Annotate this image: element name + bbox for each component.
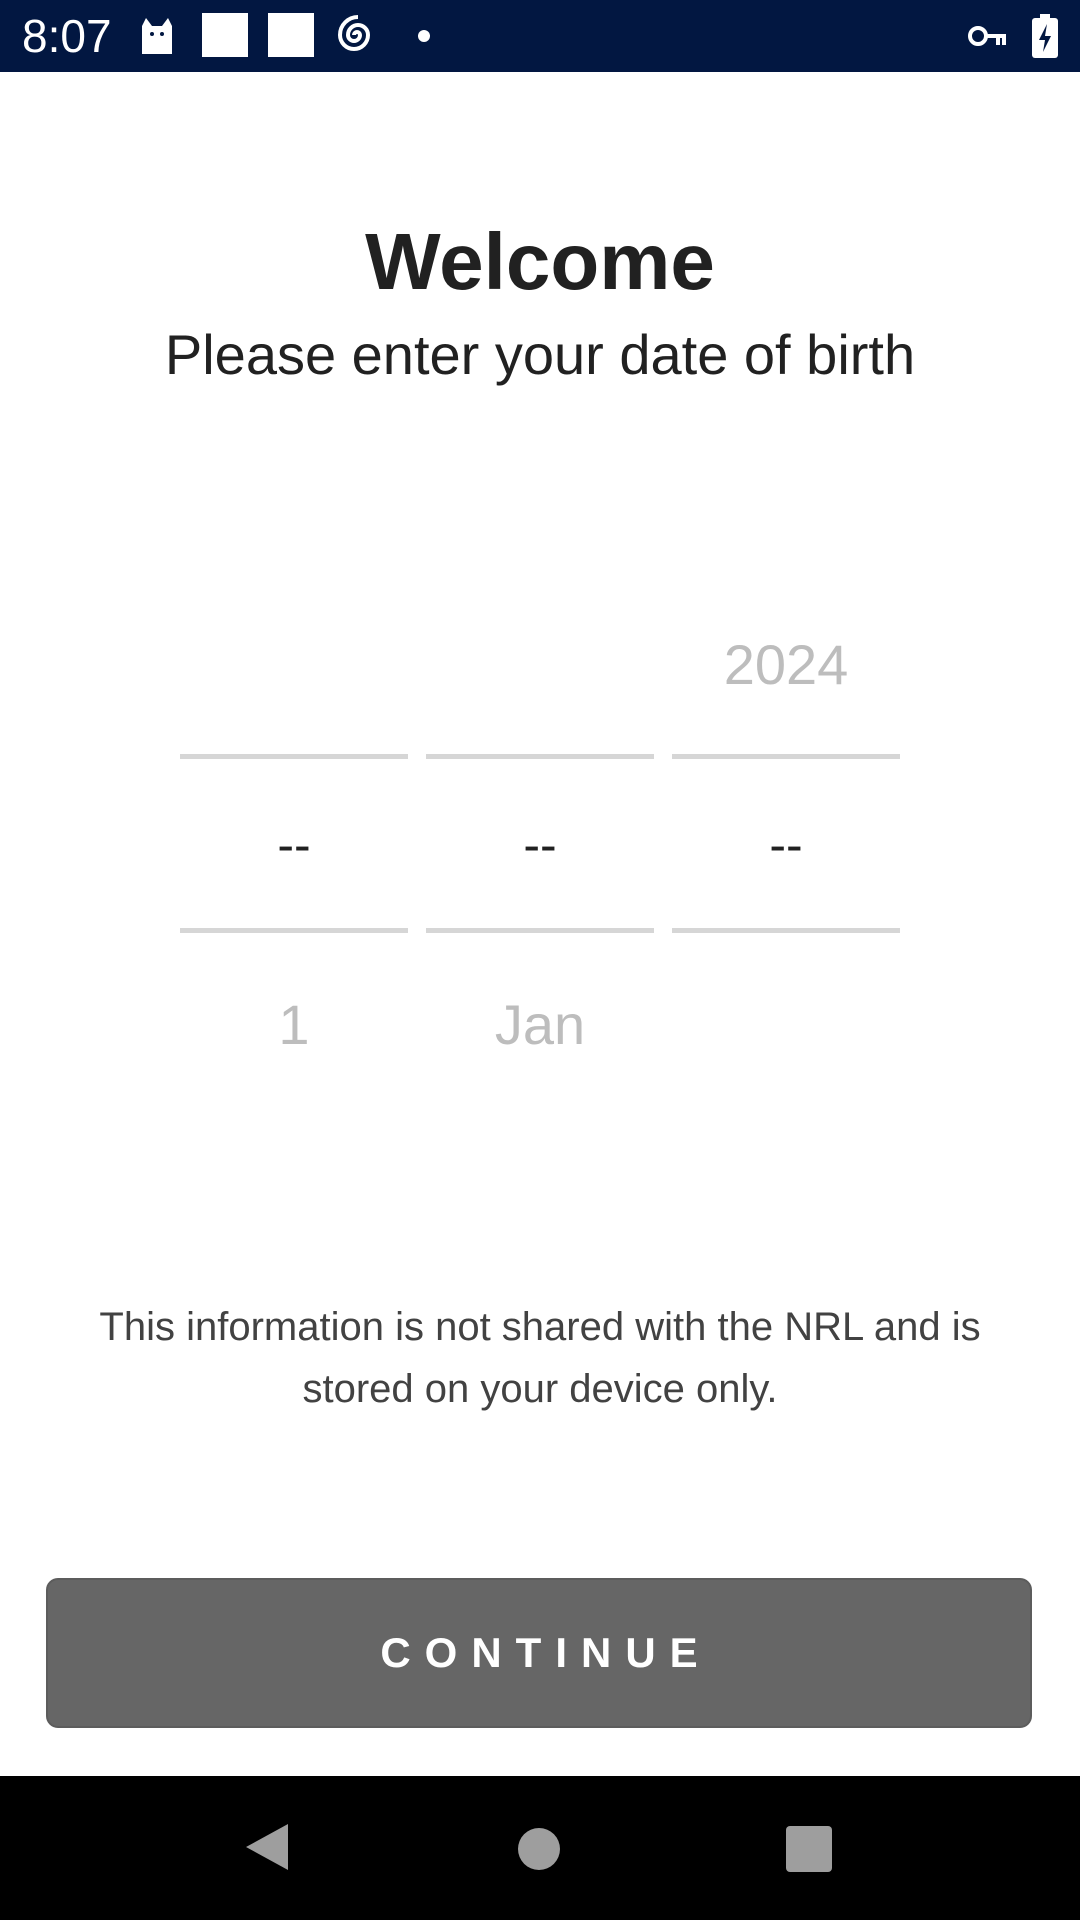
month-divider-bottom [426, 928, 654, 933]
status-bar: 8:07 [0, 0, 1080, 72]
vpn-key-icon [968, 26, 1006, 46]
year-divider-top [672, 754, 900, 759]
battery-charging-icon [1032, 14, 1058, 58]
page-title: Welcome [365, 217, 715, 306]
square-icon [202, 13, 248, 57]
square-icon [268, 13, 314, 57]
day-divider-top [180, 754, 408, 759]
recents-icon[interactable] [786, 1826, 832, 1872]
month-option-below[interactable]: Jan [426, 990, 654, 1060]
year-selected[interactable]: -- [672, 810, 900, 880]
year-option-above[interactable]: 2024 [672, 630, 900, 700]
month-selected[interactable]: -- [426, 810, 654, 880]
home-icon[interactable] [518, 1828, 560, 1870]
privacy-note: This information is not shared with the … [99, 1305, 981, 1411]
spiral-icon [337, 15, 371, 51]
day-divider-bottom [180, 928, 408, 933]
status-time: 8:07 [22, 10, 112, 62]
dot-icon [418, 30, 430, 42]
navigation-bar [0, 1776, 1080, 1920]
page-subtitle: Please enter your date of birth [164, 323, 916, 386]
year-divider-bottom [672, 928, 900, 933]
cat-icon [142, 18, 172, 54]
month-divider-top [426, 754, 654, 759]
continue-button[interactable]: CONTINUE [46, 1578, 1032, 1728]
day-selected[interactable]: -- [180, 810, 408, 880]
day-option-below[interactable]: 1 [180, 990, 408, 1060]
back-icon[interactable] [244, 1822, 290, 1872]
